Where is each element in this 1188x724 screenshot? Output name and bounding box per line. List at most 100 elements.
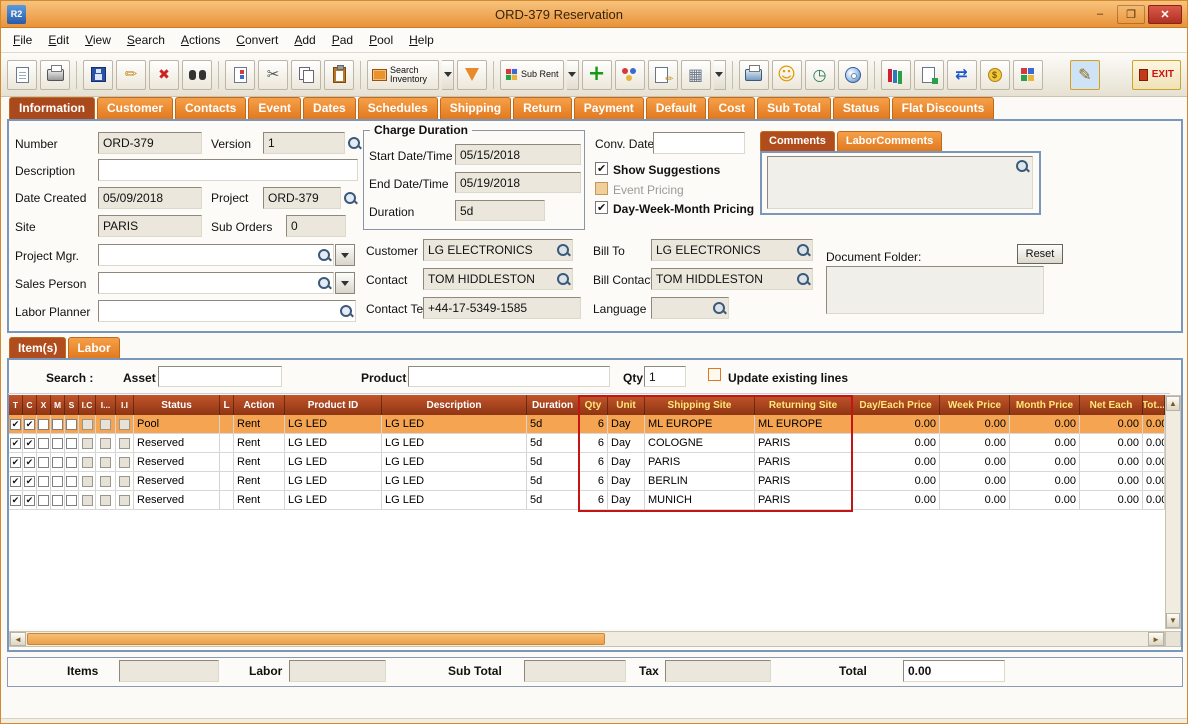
contact-tel-field[interactable]: +44-17-5349-1585	[423, 297, 581, 319]
product-input[interactable]	[408, 366, 610, 387]
labor-planner-field[interactable]	[98, 300, 356, 322]
project-field[interactable]: ORD-379	[263, 187, 341, 209]
table-row[interactable]: PoolRentLG LEDLG LED5d6DayML EUROPEML EU…	[9, 415, 1165, 434]
row-checkbox[interactable]	[66, 456, 77, 468]
column-header[interactable]: Qty	[579, 395, 608, 415]
checkbox-cell[interactable]	[9, 491, 23, 509]
checkbox-cell[interactable]	[79, 415, 96, 433]
cell-unit[interactable]: Day	[608, 472, 645, 490]
checkbox-cell[interactable]	[116, 434, 134, 452]
notes-button[interactable]	[647, 59, 678, 90]
cell-description[interactable]: LG LED	[382, 453, 527, 471]
row-checkbox[interactable]	[119, 494, 130, 506]
sales-person-dropdown[interactable]	[335, 272, 355, 294]
checkbox-cell[interactable]	[65, 434, 79, 452]
row-checkbox[interactable]	[24, 437, 35, 449]
maximize-button[interactable]: ❐	[1117, 4, 1145, 24]
checkbox-cell[interactable]	[79, 491, 96, 509]
cell-shipping_site[interactable]: BERLIN	[645, 472, 755, 490]
cell-status[interactable]: Reserved	[134, 491, 220, 509]
cell-shipping_site[interactable]: PARIS	[645, 453, 755, 471]
cell-action[interactable]: Rent	[234, 491, 285, 509]
cell-product_id[interactable]: LG LED	[285, 472, 382, 490]
end-date-field[interactable]: 05/19/2018	[455, 172, 581, 193]
cell-l[interactable]	[220, 472, 234, 490]
cell-unit[interactable]: Day	[608, 491, 645, 509]
row-checkbox[interactable]	[100, 456, 111, 468]
catalog-button[interactable]	[880, 59, 911, 90]
sales-person-search-icon[interactable]	[317, 276, 332, 291]
cell-tot[interactable]: 0.00	[1143, 415, 1165, 433]
cell-action[interactable]: Rent	[234, 453, 285, 471]
checkbox-cell[interactable]	[116, 415, 134, 433]
menu-add[interactable]: Add	[294, 33, 315, 47]
duration-field[interactable]: 5d	[455, 200, 545, 221]
row-checkbox[interactable]	[38, 437, 49, 449]
cell-day_each_price[interactable]: 0.00	[852, 434, 940, 452]
row-checkbox[interactable]	[10, 456, 21, 468]
cell-action[interactable]: Rent	[234, 434, 285, 452]
cell-status[interactable]: Pool	[134, 415, 220, 433]
cell-unit[interactable]: Day	[608, 434, 645, 452]
cell-duration[interactable]: 5d	[527, 491, 579, 509]
cell-shipping_site[interactable]: ML EUROPE	[645, 415, 755, 433]
row-checkbox[interactable]	[52, 437, 63, 449]
cell-action[interactable]: Rent	[234, 472, 285, 490]
column-header[interactable]: T	[9, 395, 23, 415]
close-button[interactable]: ✕	[1148, 4, 1182, 24]
checkbox-cell[interactable]	[96, 434, 116, 452]
sync-button[interactable]	[946, 59, 977, 90]
row-checkbox[interactable]	[10, 437, 21, 449]
cell-status[interactable]: Reserved	[134, 472, 220, 490]
document-folder-box[interactable]	[826, 266, 1044, 314]
cell-l[interactable]	[220, 491, 234, 509]
cell-net_each[interactable]: 0.00	[1080, 472, 1143, 490]
column-header[interactable]: L	[220, 395, 234, 415]
project-search-icon[interactable]	[343, 191, 358, 206]
checkbox-cell[interactable]	[23, 453, 37, 471]
cell-description[interactable]: LG LED	[382, 472, 527, 490]
row-checkbox[interactable]	[81, 437, 93, 449]
menu-pad[interactable]: Pad	[332, 33, 353, 47]
cell-l[interactable]	[220, 415, 234, 433]
cell-returning_site[interactable]: PARIS	[755, 491, 852, 509]
cell-unit[interactable]: Day	[608, 415, 645, 433]
cell-l[interactable]	[220, 453, 234, 471]
checkbox-cell[interactable]	[37, 491, 51, 509]
cell-qty[interactable]: 6	[579, 453, 608, 471]
search-inventory-dropdown[interactable]	[442, 59, 454, 90]
checkbox-cell[interactable]	[51, 434, 65, 452]
cell-tot[interactable]: 0.00	[1143, 491, 1165, 509]
cell-week_price[interactable]: 0.00	[940, 434, 1010, 452]
sales-person-field[interactable]	[98, 272, 334, 294]
checkbox-cell[interactable]	[23, 434, 37, 452]
checkbox-cell[interactable]	[96, 415, 116, 433]
table-row[interactable]: ReservedRentLG LEDLG LED5d6DayBERLINPARI…	[9, 472, 1165, 491]
menu-edit[interactable]: Edit	[48, 33, 69, 47]
tab-shipping[interactable]: Shipping	[439, 97, 512, 119]
save-button[interactable]	[83, 59, 113, 90]
row-checkbox[interactable]	[10, 475, 21, 487]
row-checkbox[interactable]	[52, 475, 63, 487]
bill-to-search-icon[interactable]	[796, 243, 811, 258]
checkbox-cell[interactable]	[96, 472, 116, 490]
cell-month_price[interactable]: 0.00	[1010, 472, 1080, 490]
cell-product_id[interactable]: LG LED	[285, 415, 382, 433]
column-header[interactable]: Unit	[608, 395, 645, 415]
checkbox-cell[interactable]	[65, 472, 79, 490]
row-checkbox[interactable]	[38, 494, 49, 506]
media-button[interactable]	[837, 59, 868, 90]
checkbox-cell[interactable]	[23, 472, 37, 490]
cell-description[interactable]: LG LED	[382, 491, 527, 509]
cell-description[interactable]: LG LED	[382, 434, 527, 452]
event-pricing-checkbox[interactable]	[595, 182, 608, 195]
row-checkbox[interactable]	[119, 418, 130, 430]
table-row[interactable]: ReservedRentLG LEDLG LED5d6DayCOLOGNEPAR…	[9, 434, 1165, 453]
sub-orders-field[interactable]: 0	[286, 215, 346, 237]
show-suggestions-checkbox[interactable]	[595, 162, 608, 175]
cell-tot[interactable]: 0.00	[1143, 434, 1165, 452]
cell-day_each_price[interactable]: 0.00	[852, 491, 940, 509]
cell-tot[interactable]: 0.00	[1143, 453, 1165, 471]
column-header[interactable]: C	[23, 395, 37, 415]
pricing-button[interactable]	[979, 59, 1010, 90]
